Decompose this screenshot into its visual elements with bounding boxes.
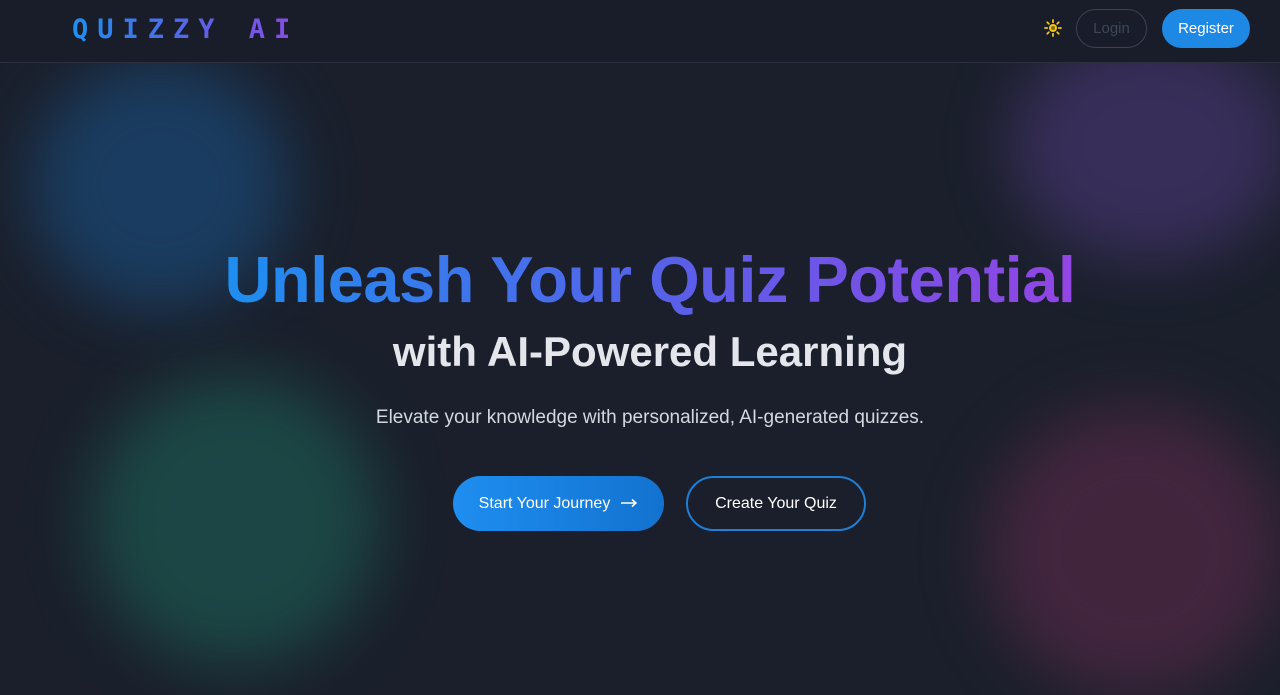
start-journey-button[interactable]: Start Your Journey	[453, 476, 664, 531]
hero-subtitle: with AI-Powered Learning	[392, 328, 908, 375]
start-journey-label: Start Your Journey	[478, 494, 611, 512]
login-button[interactable]: Login	[1076, 9, 1147, 48]
create-quiz-button[interactable]: Create Your Quiz	[686, 476, 866, 531]
sun-icon[interactable]	[1044, 19, 1062, 37]
hero-description: Elevate your knowledge with personalized…	[375, 407, 925, 428]
register-button[interactable]: Register	[1162, 9, 1250, 48]
logo[interactable]: QUIZZY AI	[72, 14, 299, 46]
hero-section: Unleash Your Quiz Potential with AI-Powe…	[0, 0, 1280, 675]
top-navbar: QUIZZY AI Login Register	[0, 0, 1280, 63]
hero-title-text: Unleash Your Quiz Potential	[224, 243, 1076, 316]
arrow-right-icon	[620, 495, 638, 513]
hero-title: Unleash Your Quiz Potential	[0, 240, 1280, 320]
